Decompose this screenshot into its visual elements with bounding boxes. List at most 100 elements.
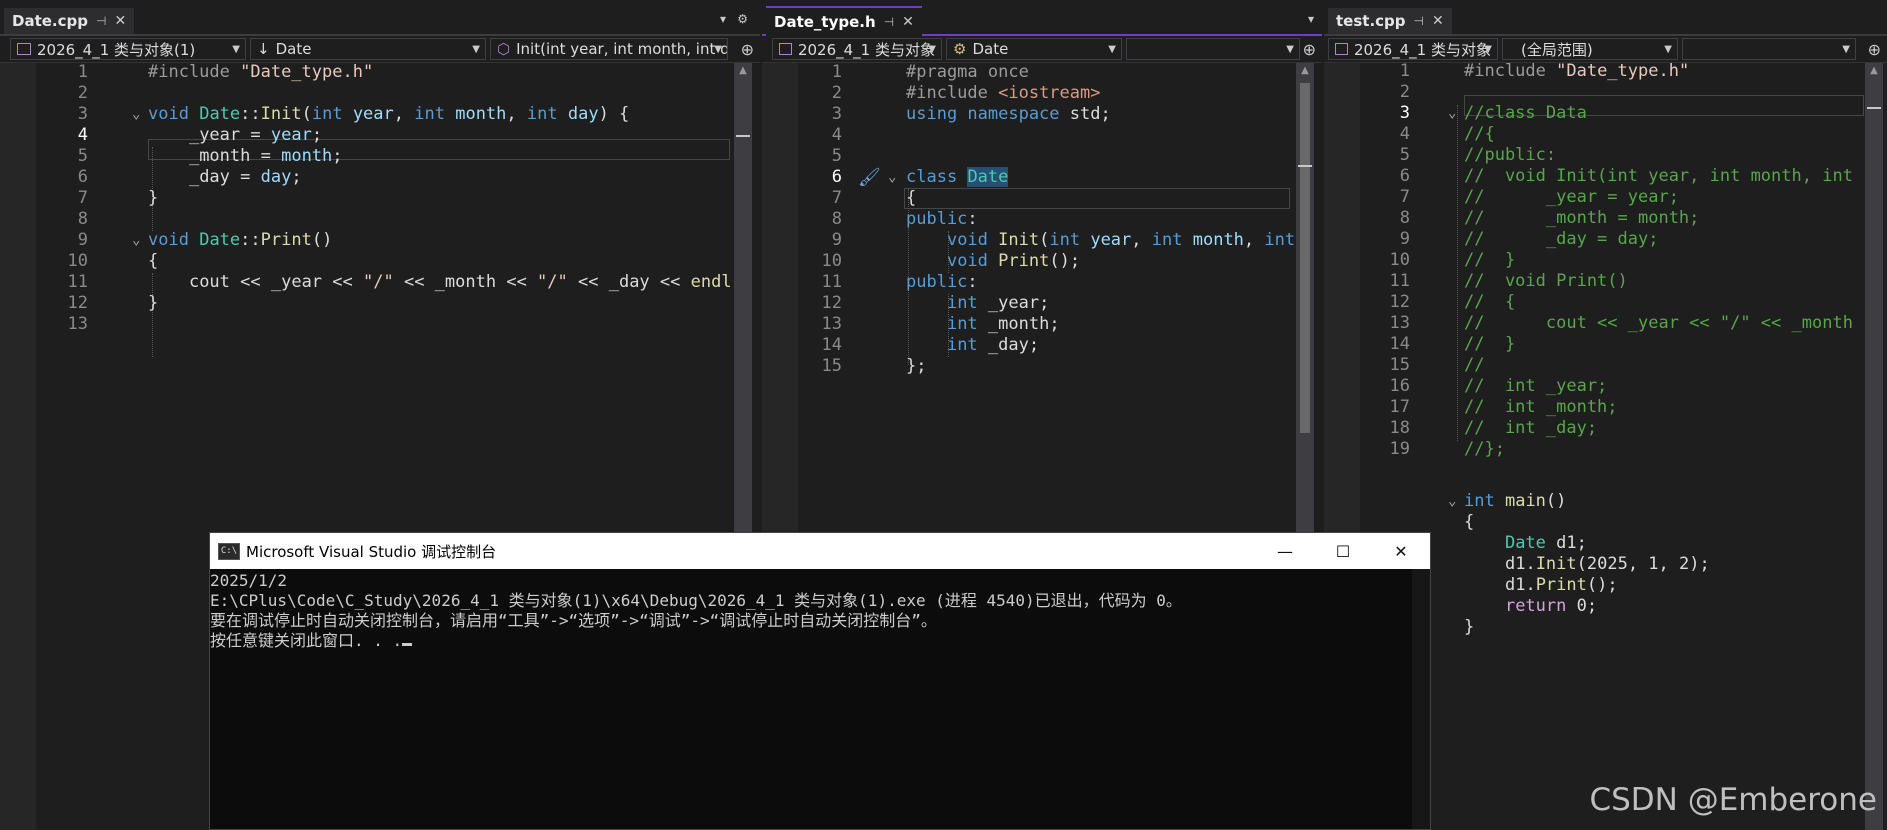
line-number: 13 — [821, 314, 842, 334]
tab-list-dropdown-icon[interactable]: ▾ — [720, 12, 726, 26]
project-label: 2026_4_1 类与对象 — [797, 40, 935, 59]
chevron-down-icon: ▼ — [1664, 43, 1672, 55]
project-label: 2026_4_1 类与对象(1) — [37, 40, 196, 59]
pin-icon[interactable]: ⊣ — [96, 14, 106, 28]
pin-icon[interactable]: ⊣ — [884, 15, 894, 29]
scroll-up-icon[interactable]: ▲ — [1865, 65, 1883, 76]
scope-dropdown[interactable]: ↓ Date ▼ — [250, 38, 486, 60]
line-number: 4 — [1399, 124, 1410, 144]
project-dropdown[interactable]: 2026_4_1 类与对象(1) ▼ — [10, 38, 246, 60]
pin-icon[interactable]: ⊣ — [1414, 14, 1424, 28]
arrow-down-icon: ↓ — [257, 40, 270, 58]
fold-chevron-icon[interactable]: ⌄ — [1448, 491, 1456, 512]
line-number: 6 — [1399, 166, 1410, 186]
navigation-bar: 2026_4_1 类与对象(1) ▼ ↓ Date ▼ ⬡ Init(int y… — [0, 36, 760, 63]
chevron-down-icon: ▼ — [1842, 43, 1850, 55]
line-number: 14 — [1389, 334, 1410, 354]
screwdriver-brush-icon[interactable]: 🖌 — [858, 167, 881, 188]
member-dropdown[interactable]: ▼ — [1126, 38, 1300, 60]
line-number: 11 — [1389, 271, 1410, 291]
class-icon: ⚙ — [953, 40, 967, 58]
tab-label: Date.cpp — [12, 12, 88, 30]
line-number: 15 — [821, 356, 842, 376]
watermark: CSDN @Emberone — [1589, 782, 1877, 818]
scope-dropdown[interactable]: ⚙ Date ▼ — [946, 38, 1122, 60]
current-line-highlight — [904, 188, 1290, 209]
member-dropdown[interactable]: ▼ — [1682, 38, 1856, 60]
line-number: 12 — [821, 293, 842, 313]
line-number: 12 — [67, 293, 88, 313]
project-icon — [1335, 43, 1348, 55]
project-dropdown[interactable]: 2026_4_1 类与对象 ▼ — [772, 38, 942, 60]
tab-test-cpp[interactable]: test.cpp ⊣ ✕ — [1328, 8, 1452, 34]
line-number: 18 — [1389, 418, 1410, 438]
scrollbar-thumb[interactable] — [1300, 83, 1310, 433]
tab-strip: Date.cpp ⊣ ✕ ▾ ⚙ — [0, 8, 760, 36]
line-number: 10 — [67, 251, 88, 271]
chevron-down-icon: ▼ — [472, 43, 480, 55]
minimize-button[interactable]: — — [1256, 533, 1314, 569]
project-dropdown[interactable]: 2026_4_1 类与对象 ▼ — [1328, 38, 1498, 60]
split-editor-icon[interactable]: ⊕ — [741, 40, 754, 59]
console-prompt-line: 按任意键关闭此窗口. . . — [210, 631, 1412, 651]
chevron-down-icon: ▼ — [1108, 43, 1116, 55]
line-number: 3 — [1399, 103, 1410, 123]
indent-guide — [1457, 105, 1458, 441]
line-number: 14 — [821, 335, 842, 355]
maximize-button[interactable]: ☐ — [1314, 533, 1372, 569]
line-number: 5 — [1399, 145, 1410, 165]
scope-label: (全局范围) — [1521, 40, 1593, 59]
console-scrollbar[interactable] — [1412, 569, 1430, 829]
project-icon — [779, 43, 792, 55]
line-number: 7 — [77, 188, 88, 208]
close-icon[interactable]: ✕ — [902, 14, 914, 30]
line-number: 8 — [1399, 208, 1410, 228]
scope-dropdown[interactable]: (全局范围) ▼ — [1502, 38, 1678, 60]
line-number: 2 — [77, 83, 88, 103]
line-number: 12 — [1389, 292, 1410, 312]
scroll-up-icon[interactable]: ▲ — [734, 65, 752, 76]
caret-position-marker — [1867, 107, 1881, 109]
line-number: 10 — [821, 251, 842, 271]
member-label: Init(int year, int month, int d — [516, 40, 728, 58]
split-editor-icon[interactable]: ⊕ — [1868, 40, 1881, 59]
scroll-up-icon[interactable]: ▲ — [1296, 65, 1314, 76]
line-number: 4 — [77, 125, 88, 145]
line-number: 10 — [1389, 250, 1410, 270]
line-number: 2 — [831, 83, 842, 103]
tab-label: test.cpp — [1336, 12, 1406, 30]
scope-label: Date — [275, 40, 312, 58]
settings-gear-icon[interactable]: ⚙ — [737, 12, 748, 26]
project-label: 2026_4_1 类与对象 — [1353, 40, 1491, 59]
split-editor-icon[interactable]: ⊕ — [1303, 40, 1316, 59]
line-number: 11 — [821, 272, 842, 292]
method-cube-icon: ⬡ — [497, 40, 511, 58]
line-number: 7 — [831, 188, 842, 208]
line-number: 2 — [1399, 82, 1410, 102]
vertical-scrollbar[interactable]: ▲ — [1865, 63, 1883, 830]
tab-label: Date_type.h — [774, 13, 876, 31]
line-number: 19 — [1389, 439, 1410, 459]
line-number: 11 — [67, 272, 88, 292]
tab-date-cpp[interactable]: Date.cpp ⊣ ✕ — [4, 8, 135, 34]
close-icon[interactable]: ✕ — [114, 13, 126, 29]
line-number: 1 — [77, 62, 88, 82]
tab-list-dropdown-icon[interactable]: ▾ — [1308, 12, 1314, 26]
line-number: 13 — [1389, 313, 1410, 333]
close-button[interactable]: ✕ — [1372, 533, 1430, 569]
fold-chevron-icon[interactable]: ⌄ — [132, 230, 140, 251]
member-dropdown[interactable]: ⬡ Init(int year, int month, int d ▼ — [490, 38, 728, 60]
console-titlebar[interactable]: C:\ Microsoft Visual Studio 调试控制台 — ☐ ✕ — [210, 533, 1430, 569]
tab-date-type-h[interactable]: Date_type.h ⊣ ✕ — [766, 6, 922, 36]
line-number: 4 — [831, 125, 842, 145]
line-number: 8 — [831, 209, 842, 229]
line-number: 1 — [831, 62, 842, 82]
fold-chevron-icon[interactable]: ⌄ — [888, 167, 896, 188]
close-icon[interactable]: ✕ — [1432, 13, 1444, 29]
fold-chevron-icon[interactable]: ⌄ — [1448, 103, 1456, 124]
line-number: 9 — [1399, 229, 1410, 249]
line-number: 13 — [67, 314, 88, 334]
console-output[interactable]: 2025/1/2 E:\CPlus\Code\C_Study\2026_4_1 … — [210, 569, 1412, 829]
fold-chevron-icon[interactable]: ⌄ — [132, 104, 140, 125]
line-number: 8 — [77, 209, 88, 229]
